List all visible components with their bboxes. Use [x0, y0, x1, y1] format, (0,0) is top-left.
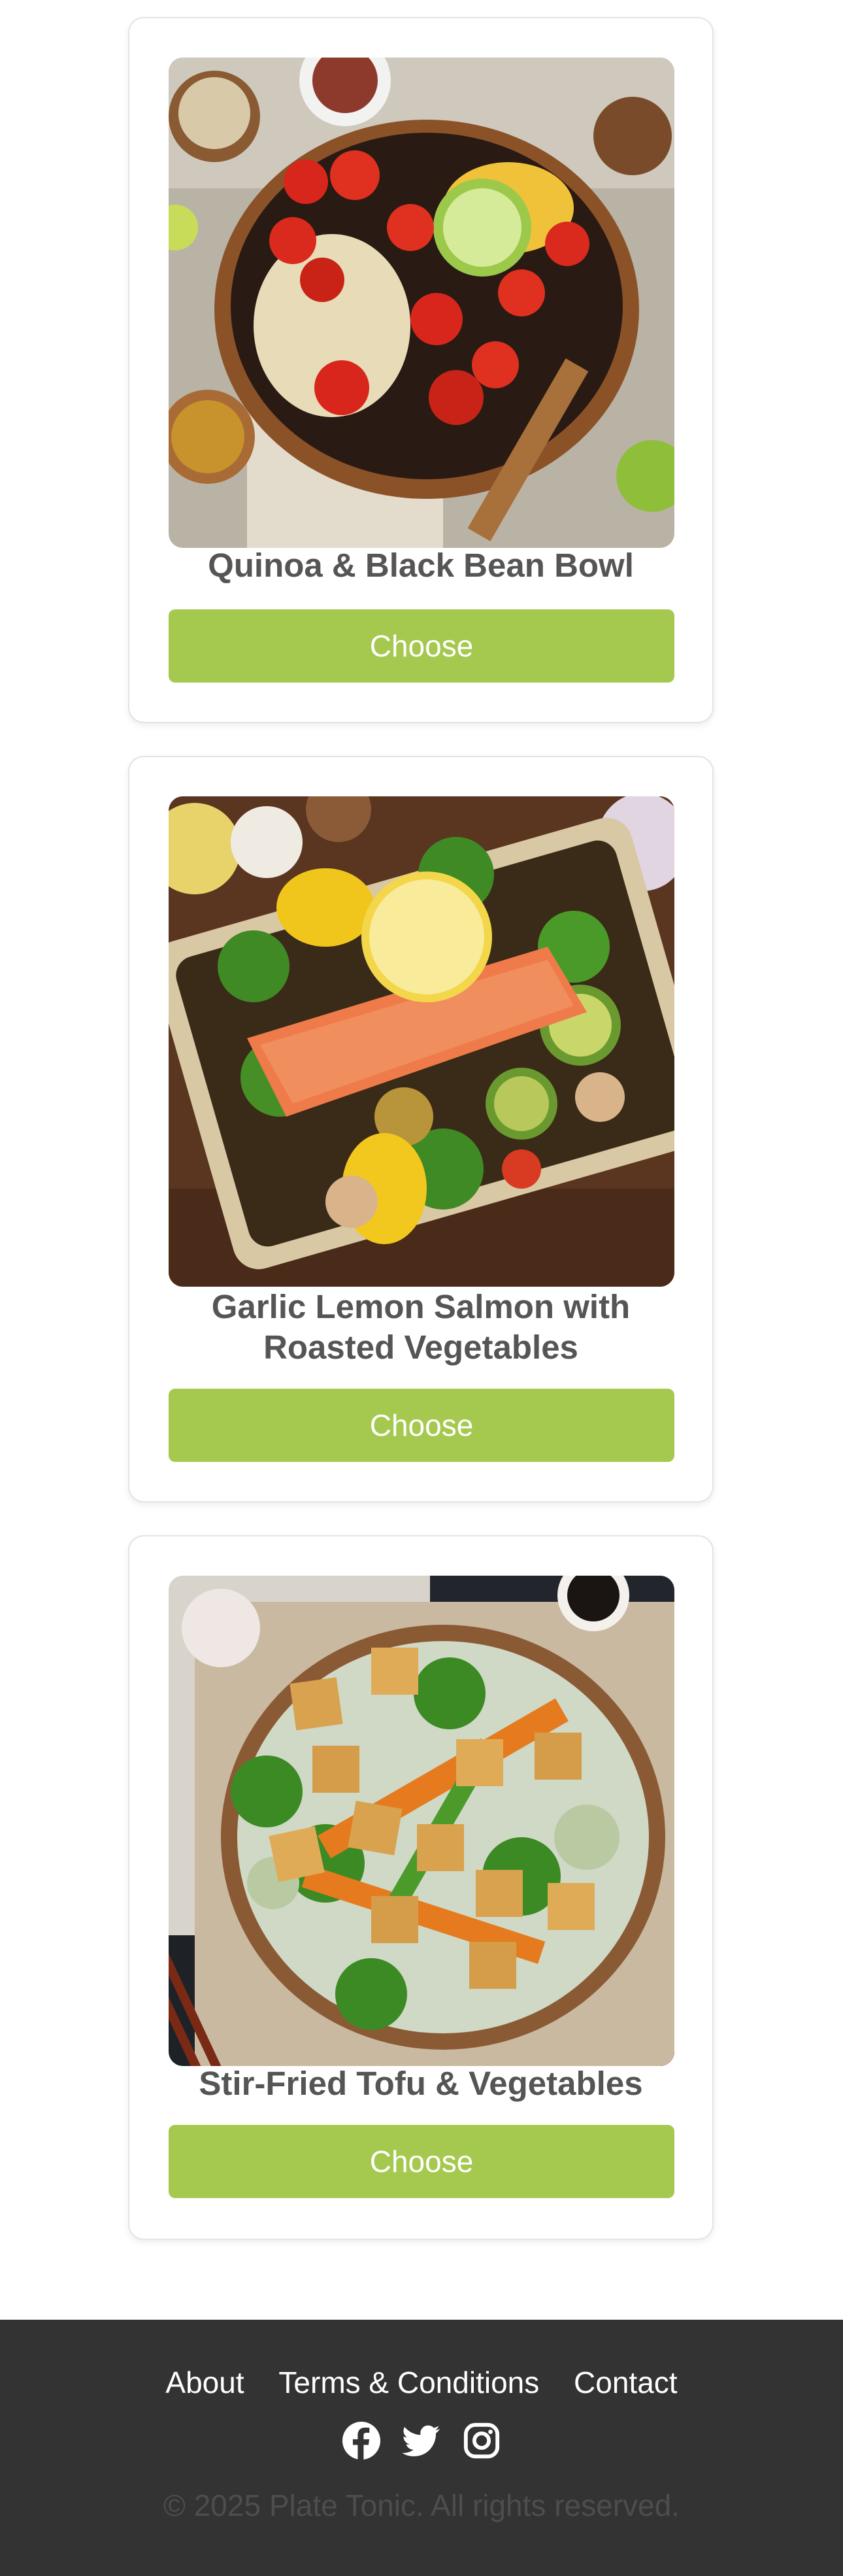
- footer-link-terms[interactable]: Terms & Conditions: [278, 2365, 539, 2399]
- meal-image: [169, 58, 674, 548]
- meal-selection-page: Quinoa & Black Bean Bowl Choose Garlic L…: [0, 0, 843, 2576]
- meal-card: Garlic Lemon Salmon with Roasted Vegetab…: [128, 756, 714, 1502]
- meal-title: Garlic Lemon Salmon with Roasted Vegetab…: [211, 1288, 631, 1366]
- copyright-text: © 2025 Plate Tonic. All rights reserved.: [163, 2488, 680, 2522]
- footer-link-contact[interactable]: Contact: [574, 2365, 678, 2399]
- meal-title: Quinoa & Black Bean Bowl: [208, 547, 634, 584]
- footer-link-about[interactable]: About: [165, 2365, 244, 2399]
- site-footer: About Terms & Conditions Contact © 2025 …: [0, 2320, 843, 2576]
- meal-image: [169, 796, 674, 1287]
- meal-image: [169, 1576, 674, 2066]
- twitter-icon[interactable]: [403, 2422, 440, 2460]
- meal-title: Stir-Fried Tofu & Vegetables: [199, 2065, 643, 2102]
- social-links: [0, 2422, 843, 2460]
- choose-button[interactable]: Choose: [169, 1389, 674, 1462]
- choose-button[interactable]: Choose: [169, 2125, 674, 2198]
- footer-nav: About Terms & Conditions Contact: [0, 2364, 843, 2401]
- meal-card: Stir-Fried Tofu & Vegetables Choose: [128, 1535, 714, 2240]
- facebook-icon[interactable]: [342, 2422, 380, 2460]
- instagram-icon[interactable]: [463, 2422, 501, 2460]
- choose-button[interactable]: Choose: [169, 609, 674, 683]
- meal-card: Quinoa & Black Bean Bowl Choose: [128, 17, 714, 723]
